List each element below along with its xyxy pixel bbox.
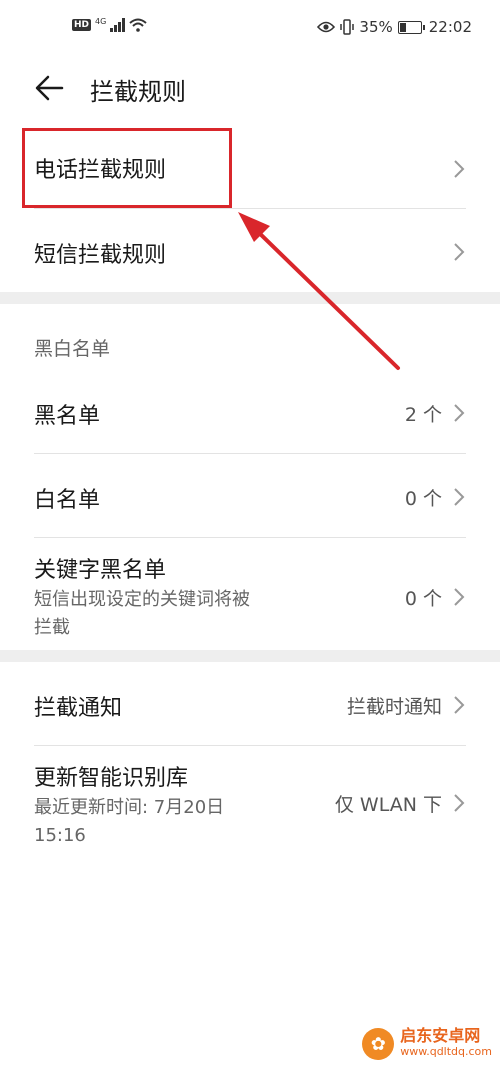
page-title: 拦截规则 [90, 78, 186, 106]
whitelist-label: 白名单 [34, 488, 101, 513]
intercept-notify-item[interactable]: 拦截通知 拦截时通知 [34, 662, 466, 744]
keyword-blacklist-count: 0 个 [404, 588, 442, 610]
app-header: 拦截规则 [0, 60, 500, 116]
battery-percent: 35% [359, 18, 393, 36]
chevron-right-icon [454, 160, 465, 178]
update-library-time-line1: 最近更新时间: 7月20日 [34, 797, 225, 818]
vibrate-icon [340, 19, 355, 35]
update-library-value: 仅 WLAN 下 [334, 794, 442, 816]
back-arrow-icon[interactable] [32, 72, 68, 104]
chevron-right-icon [454, 588, 465, 606]
annotation-highlight-box [22, 128, 232, 208]
watermark: ✿ 启东安卓网 www.qdltdq.com [362, 1028, 492, 1060]
chevron-right-icon [454, 243, 465, 261]
chevron-right-icon [454, 794, 465, 812]
section-label-lists: 黑白名单 [34, 338, 111, 360]
update-library-time-line2: 15:16 [34, 825, 86, 846]
network-type: 4G [95, 16, 107, 26]
wifi-icon [129, 18, 147, 32]
watermark-url: www.qdltdq.com [400, 1045, 492, 1058]
keyword-blacklist-desc-line2: 拦截 [34, 617, 70, 638]
clock: 22:02 [428, 18, 472, 36]
chevron-right-icon [454, 404, 465, 422]
watermark-name: 启东安卓网 [400, 1026, 481, 1045]
status-right: 35% 22:02 [317, 18, 472, 36]
whitelist-item[interactable]: 白名单 0 个 [34, 454, 466, 536]
blacklist-item[interactable]: 黑名单 2 个 [34, 370, 466, 452]
signal-icon [110, 18, 126, 32]
battery-icon [397, 20, 425, 34]
chevron-right-icon [454, 696, 465, 714]
sms-rules-item[interactable]: 短信拦截规则 [34, 209, 466, 291]
intercept-notify-label: 拦截通知 [34, 696, 123, 721]
watermark-logo-icon: ✿ [362, 1028, 395, 1060]
blacklist-count: 2 个 [404, 404, 442, 426]
keyword-blacklist-desc-line1: 短信出现设定的关键词将被 [34, 589, 250, 610]
blacklist-label: 黑名单 [34, 404, 101, 429]
keyword-blacklist-label: 关键字黑名单 [34, 558, 167, 583]
hd-badge: HD [72, 19, 92, 31]
intercept-notify-value: 拦截时通知 [346, 696, 442, 718]
keyword-blacklist-item[interactable]: 关键字黑名单 短信出现设定的关键词将被 拦截 0 个 [34, 538, 466, 650]
eye-icon [317, 21, 336, 33]
section-separator [0, 292, 500, 304]
chevron-right-icon [454, 488, 465, 506]
section-separator [0, 650, 500, 662]
whitelist-count: 0 个 [404, 488, 442, 510]
status-bar: HD 4G 35% 22:02 [0, 0, 500, 60]
update-library-label: 更新智能识别库 [34, 766, 189, 791]
update-library-item[interactable]: 更新智能识别库 最近更新时间: 7月20日 15:16 仅 WLAN 下 [34, 746, 466, 856]
sms-rules-label: 短信拦截规则 [34, 243, 167, 268]
status-left: HD 4G [72, 16, 147, 32]
